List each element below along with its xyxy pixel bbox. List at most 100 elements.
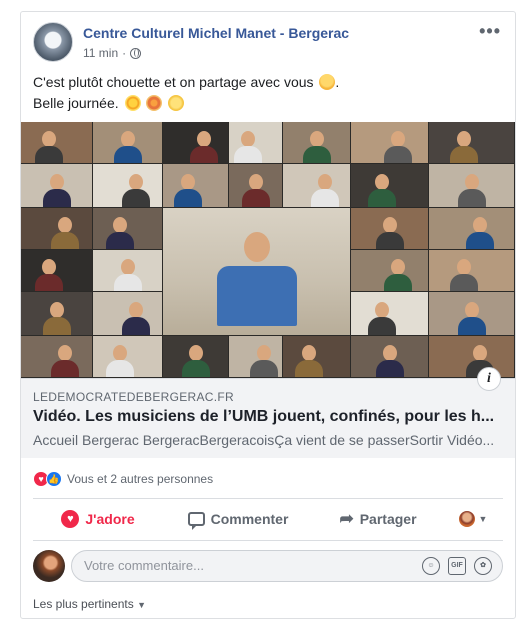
page-avatar[interactable] <box>33 22 73 62</box>
participant-body <box>250 360 278 377</box>
sunflower-emoji-icon <box>146 95 163 111</box>
more-options-icon[interactable]: ••• <box>479 22 501 40</box>
action-bar: ♥ J'adore Commenter ➦ Partager ▼ <box>33 502 503 536</box>
share-label: Partager <box>359 511 417 527</box>
video-collage-image[interactable] <box>21 122 515 378</box>
comment-composer: Votre commentaire... ☺ GIF ✿ <box>33 550 503 582</box>
participant-head <box>129 302 143 318</box>
participant-tile <box>93 250 162 291</box>
reactions-summary[interactable]: ♥ 👍 Vous et 2 autres personnes <box>33 470 213 488</box>
participant-head <box>302 345 316 361</box>
profile-avatar <box>458 511 475 527</box>
participant-head <box>241 131 255 147</box>
participant-tile <box>21 250 92 291</box>
link-description: Accueil Bergerac BergeracBergeracoisÇa v… <box>33 432 495 448</box>
link-domain: LEDEMOCRATEDEBERGERAC.FR <box>33 390 235 404</box>
participant-tile <box>283 122 350 163</box>
participant-tile <box>429 250 514 291</box>
participant-head <box>257 345 271 361</box>
participant-tile <box>351 122 428 163</box>
participant-body <box>458 189 486 207</box>
participant-tile <box>21 122 92 163</box>
participant-tile <box>429 208 514 249</box>
sticker-icon[interactable]: ✿ <box>474 557 492 575</box>
participant-tile <box>429 336 514 377</box>
link-preview[interactable]: i LEDEMOCRATEDEBERGERAC.FR Vidéo. Les mu… <box>21 367 515 458</box>
participant-tile <box>283 336 350 377</box>
participant-head <box>121 259 135 275</box>
participant-tile <box>21 208 92 249</box>
participant-body <box>234 146 262 163</box>
participant-body <box>106 232 134 249</box>
info-icon[interactable]: i <box>477 367 501 391</box>
participant-head <box>50 302 64 318</box>
comment-input[interactable]: Votre commentaire... ☺ GIF ✿ <box>71 550 503 582</box>
participant-tile <box>21 292 92 335</box>
conductor-head <box>244 232 270 262</box>
participant-body <box>51 232 79 249</box>
post-text: C'est plutôt chouette et on partage avec… <box>33 74 340 111</box>
participant-tile <box>163 164 228 207</box>
participant-head <box>383 217 397 233</box>
comment-tools: ☺ GIF ✿ <box>422 557 492 575</box>
participant-body <box>384 274 412 291</box>
user-avatar[interactable] <box>33 550 65 582</box>
participant-tile <box>351 336 428 377</box>
participant-body <box>35 146 63 163</box>
participant-tile <box>429 292 514 335</box>
participant-head <box>383 345 397 361</box>
reactions-count-text: Vous et 2 autres personnes <box>67 472 214 486</box>
participant-tile <box>21 164 92 207</box>
post-timestamp[interactable]: 11 min <box>83 46 118 60</box>
chevron-down-icon: ▼ <box>478 514 488 524</box>
post-header: Centre Culturel Michel Manet - Bergerac … <box>33 22 503 62</box>
participant-body <box>182 360 210 377</box>
participant-body <box>303 146 331 163</box>
participant-body <box>190 146 218 163</box>
post-text-line-1: C'est plutôt chouette et on partage avec… <box>33 74 314 90</box>
participant-head <box>249 174 263 190</box>
participant-head <box>375 174 389 190</box>
sort-label: Les plus pertinents <box>33 597 134 611</box>
divider <box>33 540 503 541</box>
participant-head <box>50 174 64 190</box>
conductor-tile <box>163 208 350 335</box>
participant-tile <box>351 250 428 291</box>
participant-head <box>465 174 479 190</box>
comment-placeholder: Votre commentaire... <box>84 558 204 573</box>
gif-icon[interactable]: GIF <box>448 557 466 575</box>
participant-tile <box>229 336 282 377</box>
adore-button[interactable]: ♥ J'adore <box>33 510 163 528</box>
participant-body <box>376 360 404 377</box>
participant-body <box>368 189 396 207</box>
participant-tile <box>93 164 162 207</box>
participant-head <box>391 259 405 275</box>
participant-head <box>465 302 479 318</box>
smiling-face-emoji-icon <box>319 74 336 90</box>
post-meta: 11 min · <box>83 46 142 60</box>
blossom-emoji-icon <box>124 95 141 111</box>
participant-tile <box>93 122 162 163</box>
participant-body <box>376 232 404 249</box>
participant-body <box>114 274 142 291</box>
participant-tile <box>163 336 228 377</box>
participant-head <box>391 131 405 147</box>
participant-body <box>466 232 494 249</box>
comment-sort-dropdown[interactable]: Les plus pertinents ▼ <box>33 597 146 611</box>
post-as-selector[interactable]: ▼ <box>443 511 503 527</box>
participant-tile <box>229 164 282 207</box>
participant-head <box>310 131 324 147</box>
link-title[interactable]: Vidéo. Les musiciens de l’UMB jouent, co… <box>33 408 505 426</box>
share-button[interactable]: ➦ Partager <box>313 509 443 529</box>
participant-head <box>42 259 56 275</box>
share-arrow-icon: ➦ <box>339 509 354 528</box>
emoji-icon[interactable]: ☺ <box>422 557 440 575</box>
participant-body <box>43 317 71 335</box>
participant-head <box>181 174 195 190</box>
page-name-link[interactable]: Centre Culturel Michel Manet - Bergerac <box>83 25 349 41</box>
comment-button[interactable]: Commenter <box>163 511 313 530</box>
participant-body <box>450 146 478 163</box>
participant-head <box>457 259 471 275</box>
globe-icon[interactable] <box>130 47 142 59</box>
participant-tile <box>229 122 282 163</box>
